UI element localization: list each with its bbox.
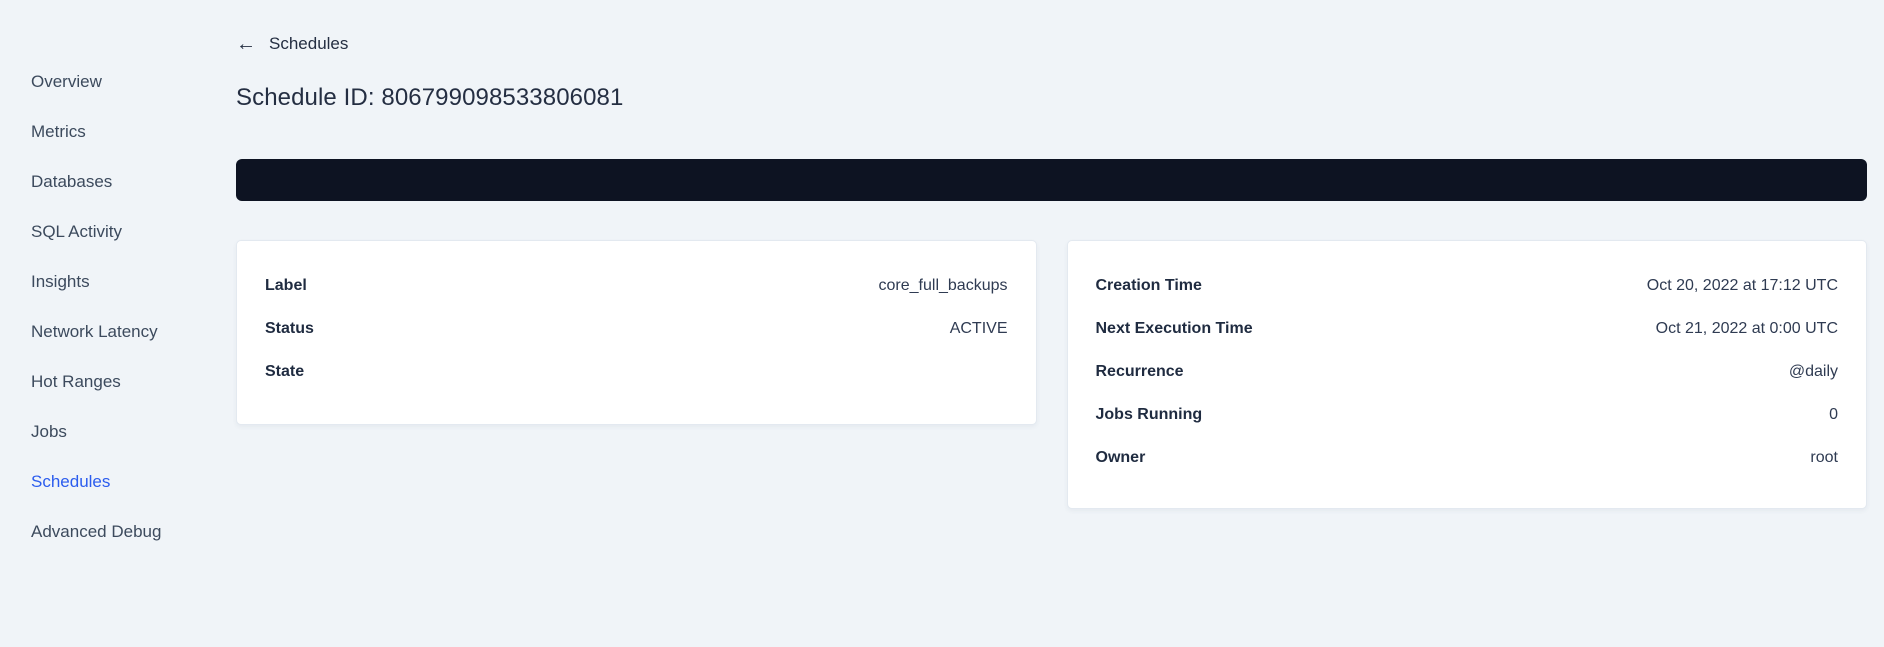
detail-row-value: 0 [1829,405,1838,423]
detail-row-owner: Owner root [1096,436,1839,479]
schedule-definition-code-block [236,159,1867,201]
sidebar-item-label: Network Latency [31,322,158,341]
detail-row-label: Recurrence [1095,362,1184,380]
page-title: Schedule ID: 806799098533806081 [236,84,624,111]
detail-row-creation-time: Creation Time Oct 20, 2022 at 17:12 UTC [1096,264,1839,307]
app-root: Overview Metrics Databases SQL Activity … [0,34,1884,541]
detail-row-value: core_full_backups [878,276,1008,294]
sidebar-item-label: Insights [31,272,90,291]
sidebar-item-schedules[interactable]: Schedules [0,457,236,507]
sidebar-item-label: Advanced Debug [31,522,162,541]
detail-row-status: Status ACTIVE [265,307,1008,350]
detail-row-label: State [265,362,305,380]
detail-row-label: Creation Time [1095,276,1202,294]
schedule-timing-card: Creation Time Oct 20, 2022 at 17:12 UTC … [1066,240,1867,509]
detail-row-label: Next Execution Time [1095,319,1253,337]
detail-row-label: Label core_full_backups [265,264,1008,307]
sidebar-item-label: SQL Activity [31,222,123,241]
sidebar-item-network-latency[interactable]: Network Latency [0,307,236,357]
sidebar-item-jobs[interactable]: Jobs [0,407,236,457]
main-content: ← Schedules Schedule ID: 806799098533806… [236,34,1884,509]
detail-row-label: Owner [1095,448,1146,466]
detail-row-state: State [265,350,1008,393]
detail-cards: Label core_full_backups Status ACTIVE St… [236,240,1867,509]
sidebar-item-overview[interactable]: Overview [0,57,236,107]
detail-row-value: ACTIVE [949,319,1008,337]
sidebar-item-advanced-debug[interactable]: Advanced Debug [0,507,236,557]
back-link-schedules[interactable]: ← Schedules [236,34,348,54]
sidebar-item-insights[interactable]: Insights [0,257,236,307]
sidebar-item-sql-activity[interactable]: SQL Activity [0,207,236,257]
detail-row-label: Status [265,319,314,337]
detail-row-jobs-running: Jobs Running 0 [1096,393,1839,436]
schedule-summary-card: Label core_full_backups Status ACTIVE St… [236,240,1037,425]
detail-row-recurrence: Recurrence @daily [1096,350,1839,393]
detail-row-value: Oct 21, 2022 at 0:00 UTC [1655,319,1838,337]
sidebar-item-label: Metrics [31,122,86,141]
detail-row-label: Label [265,276,307,294]
sidebar-item-metrics[interactable]: Metrics [0,107,236,157]
detail-row-next-execution-time: Next Execution Time Oct 21, 2022 at 0:00… [1096,307,1839,350]
detail-row-value: @daily [1788,362,1838,380]
sidebar-item-label: Overview [31,72,102,91]
back-link-label: Schedules [269,34,349,53]
sidebar-item-hot-ranges[interactable]: Hot Ranges [0,357,236,407]
sidebar-item-databases[interactable]: Databases [0,157,236,207]
sidebar-item-label: Hot Ranges [31,372,121,391]
detail-row-value: Oct 20, 2022 at 17:12 UTC [1646,276,1838,294]
sidebar: Overview Metrics Databases SQL Activity … [0,34,236,557]
detail-row-label: Jobs Running [1095,405,1203,423]
back-arrow-icon: ← [236,33,256,55]
sidebar-item-label: Jobs [31,422,67,441]
detail-row-value: root [1810,448,1838,466]
sidebar-item-label: Databases [31,172,113,191]
sidebar-item-label: Schedules [31,472,111,491]
